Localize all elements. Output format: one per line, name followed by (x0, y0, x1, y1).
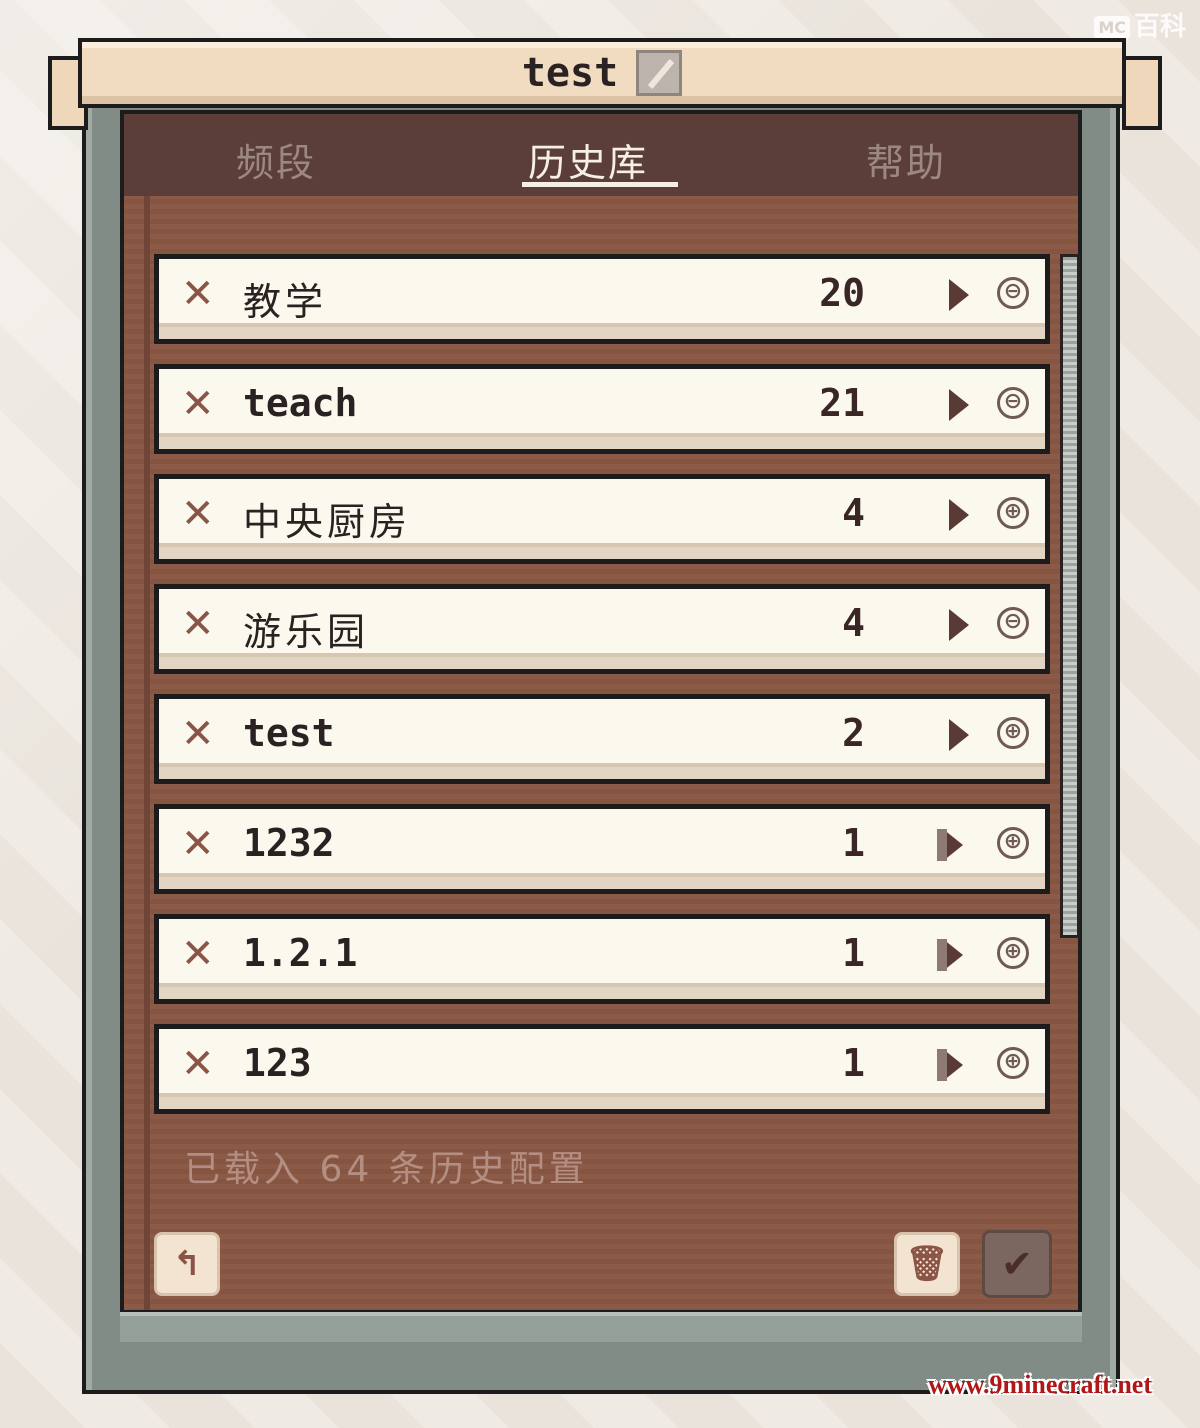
history-name: 教学 (243, 280, 328, 324)
back-button[interactable]: ↰ (154, 1232, 220, 1296)
plus-circle-icon[interactable]: ⊕ (997, 497, 1029, 529)
status-text: 已载入 64 条历史配置 (184, 1149, 589, 1190)
history-row[interactable]: ✕ 游乐园 4 ⊖ (154, 584, 1050, 674)
history-row[interactable]: ✕ 1232 1 ⊕ (154, 804, 1050, 894)
history-count: 1 (842, 821, 865, 865)
checkmark-icon: ✔ (1001, 1242, 1033, 1286)
history-count: 21 (819, 381, 865, 425)
trash-icon: 🗑 (905, 1244, 949, 1284)
frame-bottom-strip (120, 1312, 1082, 1342)
delete-x-icon[interactable]: ✕ (181, 381, 215, 427)
tab-help[interactable]: 帮助 (866, 132, 946, 187)
history-name: 1232 (243, 821, 335, 865)
history-row-body: ✕ test 2 ⊕ (159, 699, 1045, 779)
play-icon[interactable] (937, 829, 963, 861)
history-row[interactable]: ✕ teach 21 ⊖ (154, 364, 1050, 454)
history-row-body: ✕ 123 1 ⊕ (159, 1029, 1045, 1109)
delete-all-button[interactable]: 🗑 (894, 1232, 960, 1296)
history-row-body: ✕ 教学 20 ⊖ (159, 259, 1045, 339)
minus-circle-icon[interactable]: ⊖ (997, 387, 1029, 419)
plus-circle-icon[interactable]: ⊕ (997, 1047, 1029, 1079)
title-banner: test (78, 38, 1126, 108)
history-row-body: ✕ 游乐园 4 ⊖ (159, 589, 1045, 669)
main-panel: 频段 历史库 帮助 ✕ 教学 20 ⊖ ✕ teach 21 ⊖ ✕ 中央厨房 4 ⊕ ✕ 游乐园 4 ⊖ ✕ t… (120, 110, 1082, 1314)
play-icon[interactable] (949, 499, 969, 531)
history-name: test (243, 711, 335, 755)
minus-circle-icon[interactable]: ⊖ (997, 607, 1029, 639)
delete-x-icon[interactable]: ✕ (181, 271, 215, 317)
history-name: 1.2.1 (243, 931, 358, 975)
play-icon[interactable] (949, 609, 969, 641)
history-name: 中央厨房 (243, 500, 412, 544)
page-title: test (521, 50, 619, 96)
history-row[interactable]: ✕ 123 1 ⊕ (154, 1024, 1050, 1114)
confirm-button[interactable]: ✔ (982, 1230, 1052, 1298)
delete-x-icon[interactable]: ✕ (181, 931, 215, 977)
history-count: 1 (842, 1041, 865, 1085)
tab-frequency[interactable]: 频段 (236, 132, 316, 187)
history-count: 4 (842, 491, 865, 535)
delete-x-icon[interactable]: ✕ (181, 491, 215, 537)
banner-right-end (1122, 56, 1162, 130)
inner-shade (144, 196, 150, 1310)
history-row-body: ✕ 1232 1 ⊕ (159, 809, 1045, 889)
history-count: 1 (842, 931, 865, 975)
active-tab-indicator (522, 182, 678, 187)
history-row-body: ✕ teach 21 ⊖ (159, 369, 1045, 449)
play-icon[interactable] (937, 939, 963, 971)
play-icon[interactable] (949, 279, 969, 311)
delete-x-icon[interactable]: ✕ (181, 1041, 215, 1087)
history-count: 20 (819, 271, 865, 315)
mc-logo-icon: MC (1094, 16, 1130, 39)
history-row[interactable]: ✕ 1.2.1 1 ⊕ (154, 914, 1050, 1004)
minus-circle-icon[interactable]: ⊖ (997, 277, 1029, 309)
delete-x-icon[interactable]: ✕ (181, 821, 215, 867)
back-arrow-icon: ↰ (172, 1244, 202, 1284)
history-row[interactable]: ✕ 中央厨房 4 ⊕ (154, 474, 1050, 564)
watermark-bottom: www.9minecraft.net (928, 1370, 1152, 1399)
history-name: 游乐园 (243, 610, 370, 654)
list-scrollbar[interactable] (1060, 254, 1080, 938)
history-row-body: ✕ 1.2.1 1 ⊕ (159, 919, 1045, 999)
tab-bar: 频段 历史库 帮助 (124, 114, 1078, 196)
history-name: teach (243, 381, 358, 425)
play-icon[interactable] (949, 719, 969, 751)
delete-x-icon[interactable]: ✕ (181, 601, 215, 647)
history-name: 123 (243, 1041, 312, 1085)
play-icon[interactable] (949, 389, 969, 421)
play-icon[interactable] (937, 1049, 963, 1081)
history-row[interactable]: ✕ test 2 ⊕ (154, 694, 1050, 784)
history-row[interactable]: ✕ 教学 20 ⊖ (154, 254, 1050, 344)
plus-circle-icon[interactable]: ⊕ (997, 937, 1029, 969)
history-count: 4 (842, 601, 865, 645)
delete-x-icon[interactable]: ✕ (181, 711, 215, 757)
plus-circle-icon[interactable]: ⊕ (997, 717, 1029, 749)
tab-history[interactable]: 历史库 (528, 132, 648, 187)
watermark-top-text: 百科 (1133, 12, 1186, 42)
pencil-icon[interactable] (636, 50, 683, 96)
plus-circle-icon[interactable]: ⊕ (997, 827, 1029, 859)
history-row-body: ✕ 中央厨房 4 ⊕ (159, 479, 1045, 559)
history-count: 2 (842, 711, 865, 755)
